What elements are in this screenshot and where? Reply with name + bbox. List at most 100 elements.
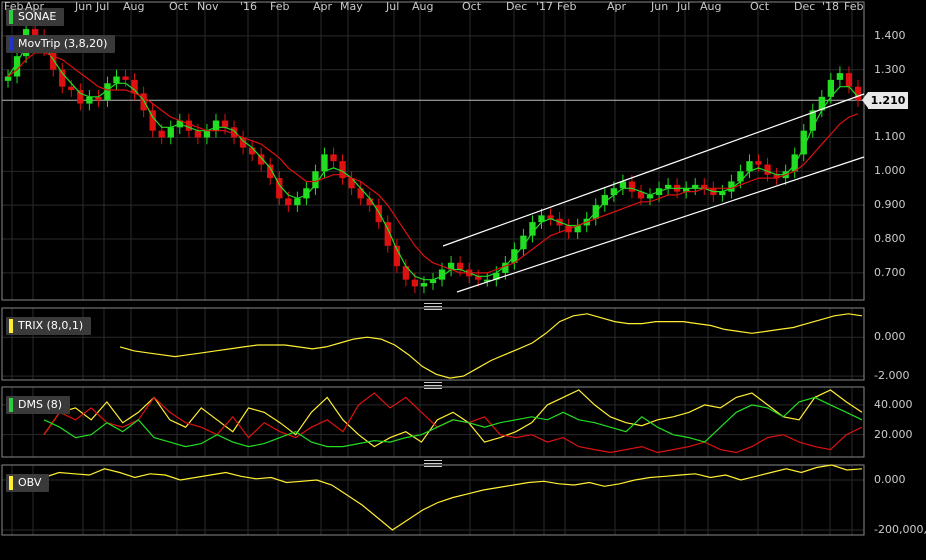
- resize-handle-obv[interactable]: [424, 460, 442, 467]
- x-axis-tick: Aug: [412, 0, 434, 13]
- candle-body: [131, 79, 138, 94]
- candle-body: [194, 130, 202, 138]
- obv-legend[interactable]: OBV: [6, 474, 50, 492]
- dms-legend[interactable]: DMS (8): [6, 396, 71, 414]
- x-axis-tick: Jul: [386, 0, 400, 13]
- candle-body: [294, 198, 301, 206]
- x-axis-tick: Apr: [25, 0, 45, 13]
- dms-minus-line: [43, 392, 863, 454]
- x-axis-tick: Feb: [4, 0, 24, 13]
- candle-body: [185, 120, 193, 131]
- ma-legend-label: MovTrip (3,8,20): [18, 37, 108, 50]
- candle-body: [619, 181, 627, 189]
- x-axis-tick: Feb: [557, 0, 577, 13]
- channel-lower-line: [456, 156, 865, 293]
- price-y-tick: 1.400: [874, 28, 906, 42]
- candle-body: [420, 283, 428, 287]
- candle-body: [321, 154, 328, 172]
- x-axis-tick: Jun: [651, 0, 669, 13]
- candle-body: [764, 164, 771, 175]
- candle-body: [122, 76, 129, 80]
- trix-swatch: [9, 319, 13, 333]
- dms-y-tick: 40.000: [874, 397, 913, 411]
- trix-legend-label: TRIX (8,0,1): [18, 319, 84, 332]
- trix-panel: [119, 313, 863, 379]
- candle-body: [791, 154, 798, 172]
- candle-body: [4, 76, 12, 81]
- channel-upper-line: [442, 93, 865, 247]
- dms-legend-label: DMS (8): [18, 398, 63, 411]
- candle-body: [203, 130, 211, 138]
- x-axis-tick: Feb: [844, 0, 864, 13]
- trix-y-tick: 0.000: [874, 330, 906, 344]
- obv-line: [43, 464, 863, 531]
- last-price-tag: 1.210: [862, 92, 908, 109]
- x-axis-tick: Jun: [75, 0, 93, 13]
- candle-body: [167, 127, 174, 138]
- x-axis-tick: Jul: [677, 0, 691, 13]
- candle-body: [845, 73, 853, 87]
- price-y-tick: 0.900: [874, 198, 906, 212]
- stock-chart: [1, 1, 865, 536]
- grid-lines: [2, 2, 864, 535]
- dms-panel: [43, 389, 863, 454]
- price-panel: [4, 22, 865, 294]
- candle-body: [836, 73, 844, 80]
- ma-fast-line: [7, 38, 859, 281]
- candle-body: [411, 279, 419, 287]
- price-y-tick: 0.700: [874, 265, 906, 279]
- dms-y-tick: 20.000: [874, 427, 913, 441]
- candle-body: [285, 198, 292, 206]
- resize-handle-trix[interactable]: [424, 303, 442, 310]
- price-y-tick: 1.300: [874, 62, 906, 76]
- x-axis-tick: Aug: [700, 0, 722, 13]
- candle-body: [212, 120, 220, 131]
- candle-body: [357, 188, 364, 199]
- ma-swatch: [9, 37, 13, 51]
- price-y-tick: 1.000: [874, 164, 906, 178]
- x-axis-tick: Feb: [270, 0, 290, 13]
- x-axis-tick: Dec: [506, 0, 528, 13]
- dms-plus-line: [43, 389, 863, 448]
- ma-legend[interactable]: MovTrip (3,8,20): [6, 35, 116, 53]
- x-axis-tick: Oct: [462, 0, 482, 13]
- candle-body: [529, 222, 536, 236]
- candle-body: [158, 130, 165, 138]
- resize-handle-dms[interactable]: [424, 382, 442, 389]
- candle-body: [755, 161, 762, 165]
- trix-y-tick: -2.000: [874, 369, 910, 383]
- obv-swatch: [9, 476, 13, 490]
- candle-body: [456, 262, 464, 270]
- trix-line: [119, 313, 863, 379]
- x-axis-tick: May: [340, 0, 363, 13]
- candle-body: [86, 96, 93, 104]
- price-y-tick: 1.100: [874, 130, 906, 144]
- obv-panel: [43, 464, 863, 531]
- x-axis-tick: Aug: [123, 0, 145, 13]
- x-axis-tick: Jul: [96, 0, 110, 13]
- obv-legend-label: OBV: [18, 476, 42, 489]
- candle-body: [330, 154, 337, 162]
- candle-body: [221, 120, 229, 128]
- candle-body: [77, 90, 84, 104]
- x-axis-tick: Oct: [169, 0, 189, 13]
- obv-y-tick: -200,000,0: [874, 523, 926, 536]
- x-axis-tick: Apr: [313, 0, 333, 13]
- obv-y-tick: 0.000: [874, 473, 906, 486]
- price-y-tick: 0.800: [874, 232, 906, 246]
- candle-body: [746, 161, 753, 172]
- dms-swatch: [9, 398, 13, 412]
- x-axis-tick: Apr: [607, 0, 627, 13]
- x-axis-tick: '18: [822, 0, 840, 13]
- candle-body: [348, 178, 355, 189]
- trix-legend[interactable]: TRIX (8,0,1): [6, 317, 92, 335]
- x-axis-tick: '17: [536, 0, 554, 13]
- x-axis-tick: Dec: [794, 0, 816, 13]
- x-axis-tick: '16: [240, 0, 258, 13]
- candle-body: [628, 181, 636, 192]
- candle-body: [68, 86, 75, 91]
- x-axis-tick: Oct: [750, 0, 770, 13]
- candle-body: [737, 171, 744, 182]
- x-axis-tick: Nov: [197, 0, 219, 13]
- candle-body: [113, 76, 120, 84]
